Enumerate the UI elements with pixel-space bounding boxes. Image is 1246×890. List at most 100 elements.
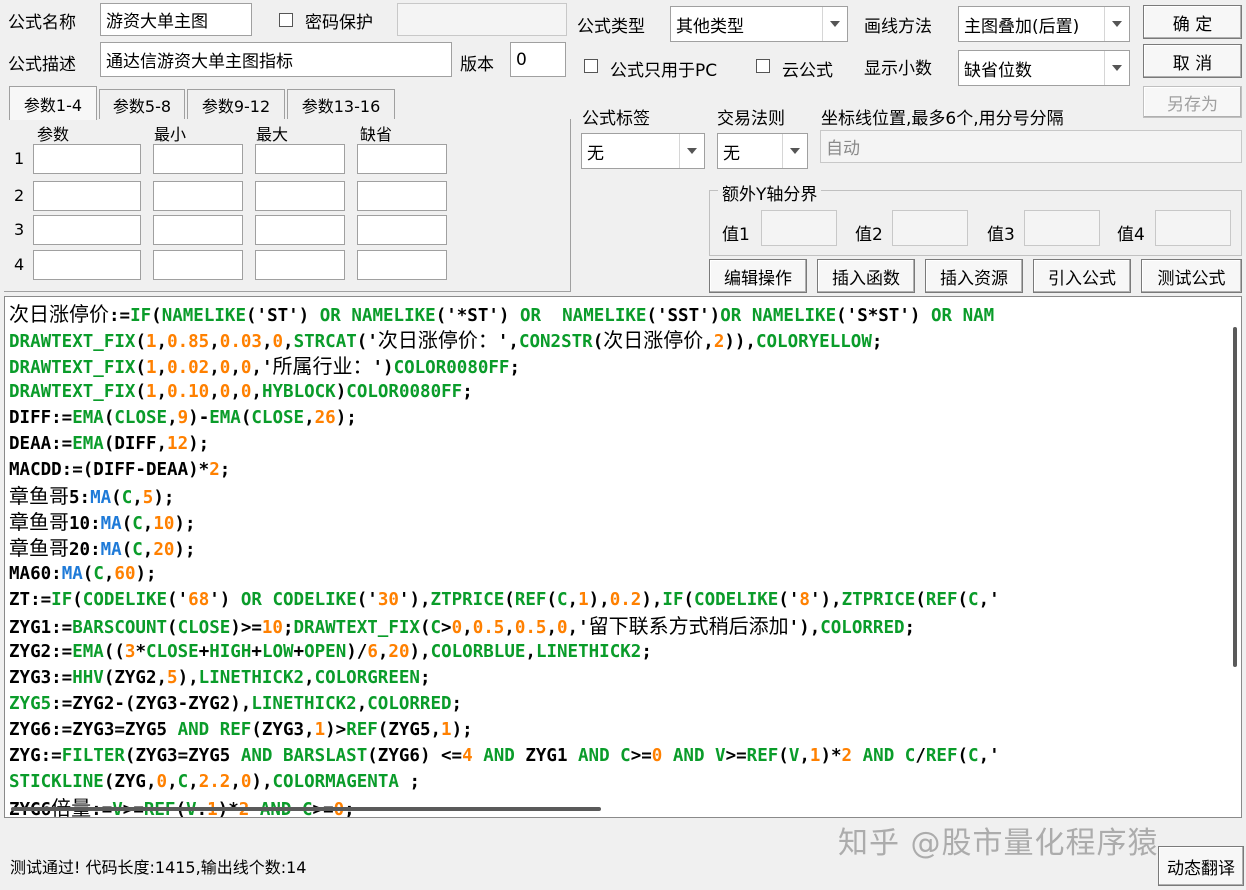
cancel-button[interactable]: 取 消 [1143,44,1242,78]
tab-params-13-16[interactable]: 参数13-16 [287,89,395,119]
code-line[interactable]: DIFF:=EMA(CLOSE,9)-EMA(CLOSE,26); [9,405,1000,431]
code-line[interactable]: 章鱼哥10:MA(C,10); [9,509,1000,535]
code-token: NAMELIKE [751,306,837,326]
dynamic-translate-button[interactable]: 动态翻译 [1158,846,1244,886]
code-token: MA [61,564,83,584]
code-line[interactable]: ZYG6:=ZYG3=ZYG5 AND REF(ZYG3,1)>REF(ZYG5… [9,717,1000,743]
code-line[interactable]: 章鱼哥5:MA(C,5); [9,483,1000,509]
code-token: 9 [177,408,189,428]
param-max-input[interactable] [255,144,345,174]
version-input[interactable]: 0 [510,42,566,77]
code-token: REF [746,746,779,766]
insert-resource-button[interactable]: 插入资源 [925,259,1023,293]
code-token: 2 [841,746,853,766]
param-min-input[interactable] [153,181,243,211]
cloud-checkbox[interactable] [756,59,770,73]
decimals-select[interactable]: 缺省位数 [958,50,1130,86]
code-token: ('*ST') [435,306,520,326]
code-line[interactable]: ZYG1:=BARSCOUNT(CLOSE)>=10;DRAWTEXT_FIX(… [9,613,1000,639]
param-max-input[interactable] [255,250,345,280]
formula-type-select[interactable]: 其他类型 [670,6,848,42]
code-token: (' [167,590,189,610]
code-token: ( [957,590,969,610]
tab-params-5-8[interactable]: 参数5-8 [99,89,185,119]
param-min-input[interactable] [153,250,243,280]
code-token: ,' [978,746,1000,766]
code-line[interactable]: ZYG5:=ZYG2-(ZYG3-ZYG2),LINETHICK2,COLORR… [9,691,1000,717]
code-token: )> [325,720,347,740]
chevron-down-icon[interactable] [1104,7,1129,41]
code-line[interactable]: 次日涨停价:=IF(NAMELIKE('ST') OR NAMELIKE('*S… [9,301,1000,327]
code-token: ( [546,590,557,610]
tab-params-1-4[interactable]: 参数1-4 [9,86,97,120]
code-text[interactable]: 次日涨停价:=IF(NAMELIKE('ST') OR NAMELIKE('*S… [9,301,1000,817]
code-token: REF [925,590,958,610]
code-token: BARSCOUNT [72,618,168,638]
code-token: LOW [261,642,294,662]
code-line[interactable]: MA60:MA(C,60); [9,561,1000,587]
code-line[interactable]: DEAA:=EMA(DIFF,12); [9,431,1000,457]
param-max-input[interactable] [255,181,345,211]
chevron-down-icon[interactable] [679,134,704,168]
test-formula-button[interactable]: 测试公式 [1141,259,1242,293]
param-max-input[interactable] [255,215,345,245]
horizontal-scrollbar[interactable] [11,807,601,811]
code-line[interactable]: ZYG2:=EMA((3*CLOSE+HIGH+LOW+OPEN)/6,20),… [9,639,1000,665]
code-line[interactable]: DRAWTEXT_FIX(1,0.85,0.03,0,STRCAT('次日涨停价… [9,327,1000,353]
password-checkbox[interactable] [279,13,293,27]
code-token: ( [72,590,83,610]
code-token: , [304,668,315,688]
code-token: (( [103,642,125,662]
draw-method-select[interactable]: 主图叠加(后置) [958,6,1130,42]
code-token: MA [100,514,122,534]
param-default-input[interactable] [357,250,447,280]
code-token: REF [925,746,958,766]
code-line[interactable]: ZT:=IF(CODELIKE('68') OR CODELIKE('30'),… [9,587,1000,613]
param-name-input[interactable] [33,181,141,211]
tab-params-9-12[interactable]: 参数9-12 [187,89,285,119]
code-token: ZYG3:= [9,668,73,688]
code-token: V [788,746,800,766]
code-line[interactable]: 章鱼哥20:MA(C,20); [9,535,1000,561]
code-token: 1 [314,720,326,740]
param-name-input[interactable] [33,215,141,245]
param-col-min: 最小 [154,125,187,144]
code-line[interactable]: MACDD:=(DIFF-DEAA)*2; [9,457,1000,483]
pc-only-checkbox[interactable] [584,59,598,73]
cloud-label: 云公式 [782,61,833,81]
chevron-down-icon[interactable] [782,134,807,168]
vertical-scrollbar[interactable] [1233,327,1237,667]
code-line[interactable]: DRAWTEXT_FIX(1,0.02,0,0,'所属行业：')COLOR008… [9,353,1000,379]
param-min-input[interactable] [153,215,243,245]
code-token: ( [111,488,122,508]
code-token: ; [398,772,420,792]
param-name-input[interactable] [33,250,141,280]
code-token: ), [641,590,663,610]
chevron-down-icon[interactable] [1104,51,1129,85]
param-min-input[interactable] [153,144,243,174]
param-default-input[interactable] [357,144,447,174]
formula-name-input[interactable]: 游资大单主图 [100,3,252,36]
formula-name-label: 公式名称 [8,13,76,33]
param-name-input[interactable] [33,144,141,174]
code-token: (DIFF, [103,434,168,454]
edit-ops-button[interactable]: 编辑操作 [709,259,807,293]
param-default-input[interactable] [357,215,447,245]
code-token: OR [240,590,262,610]
insert-func-button[interactable]: 插入函数 [817,259,915,293]
chevron-down-icon[interactable] [822,7,847,41]
ok-button[interactable]: 确 定 [1143,5,1242,39]
code-line[interactable]: STICKLINE(ZYG,0,C,2.2,0),COLORMAGENTA ; [9,769,1000,795]
trade-rule-select[interactable]: 无 [717,133,808,169]
code-line[interactable]: ZYG3:=HHV(ZYG2,5),LINETHICK2,COLORGREEN; [9,665,1000,691]
code-editor[interactable]: 次日涨停价:=IF(NAMELIKE('ST') OR NAMELIKE('*S… [4,296,1242,818]
code-line[interactable]: DRAWTEXT_FIX(1,0.10,0,0,HYBLOCK)COLOR008… [9,379,1000,405]
code-token: AND [483,746,515,766]
param-default-input[interactable] [357,181,447,211]
formula-desc-input[interactable]: 通达信游资大单主图指标 [100,42,452,77]
tag-select[interactable]: 无 [581,133,705,169]
import-formula-button[interactable]: 引入公式 [1033,259,1131,293]
code-line[interactable]: ZYG:=FILTER(ZYG3=ZYG5 AND BARSLAST(ZYG6)… [9,743,1000,769]
